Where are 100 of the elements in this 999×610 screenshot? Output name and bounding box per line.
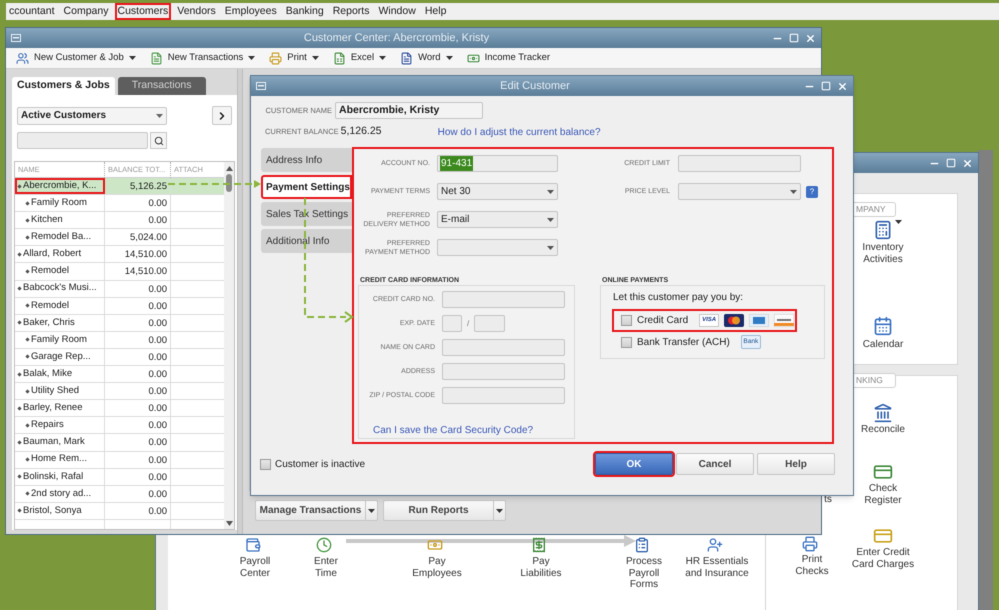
- expand-button[interactable]: [212, 106, 232, 125]
- dropdown-field[interactable]: Net 30: [437, 183, 558, 200]
- table-row[interactable]: Babcock's Musi... 0.00: [15, 280, 224, 298]
- menu-button[interactable]: Run Reports: [384, 501, 493, 520]
- table-row[interactable]: Home Rem... 0.00: [15, 452, 224, 469]
- wallet-icon[interactable]: [245, 537, 261, 553]
- table-row[interactable]: Allard, Robert 14,510.00: [15, 246, 224, 264]
- table-row[interactable]: Family Room 0.00: [15, 332, 224, 349]
- text-field[interactable]: [442, 363, 565, 380]
- dialog-button[interactable]: Cancel: [676, 453, 754, 475]
- node-label[interactable]: ts: [822, 494, 834, 506]
- help-button[interactable]: ?: [806, 186, 818, 198]
- toolbar-button[interactable]: Excel: [332, 50, 386, 66]
- maximize-icon[interactable]: [821, 81, 831, 91]
- form-icon[interactable]: [634, 537, 650, 553]
- toolbar-button[interactable]: New Customer & Job: [16, 50, 136, 66]
- maximize-icon[interactable]: [946, 158, 956, 168]
- node-label[interactable]: HR Essentials and Insurance: [679, 556, 755, 579]
- menu-item[interactable]: Reports: [330, 3, 372, 20]
- menu-item[interactable]: ccountant: [6, 3, 58, 20]
- clock-icon[interactable]: [316, 537, 332, 553]
- menu-item[interactable]: Employees: [222, 3, 280, 20]
- search-field[interactable]: [17, 132, 148, 149]
- table-row[interactable]: Kitchen 0.00: [15, 212, 224, 230]
- node-label[interactable]: Check Register: [859, 483, 907, 506]
- menu-item[interactable]: Help: [422, 3, 450, 20]
- checkbox[interactable]: [260, 458, 271, 470]
- table-row[interactable]: Bristol, Sonya 0.00: [15, 502, 224, 520]
- table-row[interactable]: Utility Shed 0.00: [15, 383, 224, 400]
- table-row[interactable]: Abercrombie, K... 5,126.25: [15, 178, 224, 196]
- tab[interactable]: Additional Info: [261, 229, 352, 253]
- dropdown-field[interactable]: [678, 183, 801, 200]
- window-menu-icon[interactable]: [11, 34, 21, 42]
- balance-help-link[interactable]: How do I adjust the current balance?: [438, 124, 601, 140]
- dropdown-button[interactable]: [493, 501, 505, 520]
- menu-button[interactable]: Manage Transactions: [256, 501, 365, 520]
- text-field[interactable]: [442, 387, 565, 404]
- table-row[interactable]: Balak, Mike 0.00: [15, 366, 224, 384]
- toolbar-button[interactable]: Income Tracker: [466, 50, 550, 66]
- menu-item[interactable]: Customers: [114, 3, 172, 20]
- table-row[interactable]: Bauman, Mark 0.00: [15, 434, 224, 452]
- menu-item[interactable]: Window: [375, 3, 419, 20]
- scroll-thumb[interactable]: [226, 174, 232, 192]
- text-field[interactable]: [442, 291, 565, 308]
- tab[interactable]: Customers & Jobs: [12, 77, 115, 95]
- table-row[interactable]: Barley, Renee 0.00: [15, 400, 224, 418]
- month-field[interactable]: [442, 315, 462, 332]
- dialog-button[interactable]: Help: [757, 453, 835, 475]
- close-icon[interactable]: [962, 158, 973, 168]
- table-row[interactable]: Garage Rep... 0.00: [15, 348, 224, 366]
- tab[interactable]: Transactions: [118, 77, 206, 95]
- node-label[interactable]: Process Payroll Forms: [622, 556, 666, 590]
- calculator-icon[interactable]: [873, 220, 902, 240]
- text-field[interactable]: [678, 155, 801, 172]
- node-label[interactable]: Pay Employees: [410, 556, 464, 579]
- filter-dropdown[interactable]: Active Customers: [17, 106, 167, 124]
- table-row[interactable]: 2nd story ad... 0.00: [15, 486, 224, 503]
- bank-icon[interactable]: [873, 403, 893, 423]
- menu-item[interactable]: Vendors: [174, 3, 219, 20]
- close-icon[interactable]: [805, 32, 816, 44]
- node-label[interactable]: Enter Time: [309, 556, 343, 579]
- table-row[interactable]: Remodel 14,510.00: [15, 263, 224, 281]
- toolbar-button[interactable]: Print: [269, 50, 319, 66]
- dropdown-field[interactable]: E-mail: [437, 211, 558, 228]
- customer-name-field[interactable]: Abercrombie, Kristy: [335, 102, 483, 119]
- receipt-icon[interactable]: [531, 537, 547, 553]
- maximize-icon[interactable]: [789, 33, 799, 43]
- scrollbar[interactable]: [224, 162, 234, 529]
- close-icon[interactable]: [837, 80, 848, 92]
- search-button[interactable]: [150, 132, 167, 149]
- dropdown-button[interactable]: [365, 501, 377, 520]
- calendar-icon[interactable]: [873, 316, 893, 336]
- checkbox[interactable]: [621, 336, 632, 348]
- text-field[interactable]: 91-431: [437, 155, 558, 172]
- scroll-up-icon[interactable]: [226, 166, 232, 171]
- table-row[interactable]: Baker, Chris 0.00: [15, 314, 224, 332]
- node-label[interactable]: Inventory Activities: [852, 242, 914, 265]
- table-row[interactable]: Repairs 0.00: [15, 417, 224, 434]
- text-field[interactable]: [442, 339, 565, 356]
- toolbar-button[interactable]: Word: [400, 50, 453, 66]
- table-row[interactable]: Bolinski, Rafal 0.00: [15, 468, 224, 486]
- card-security-link[interactable]: Can I save the Card Security Code?: [373, 423, 574, 438]
- tab[interactable]: Address Info: [261, 148, 352, 172]
- printer-icon[interactable]: [802, 536, 818, 552]
- person-plus-icon[interactable]: [707, 537, 723, 553]
- node-label[interactable]: Payroll Center: [233, 556, 277, 579]
- node-label[interactable]: Calendar: [858, 339, 908, 350]
- window-menu-icon[interactable]: [256, 82, 266, 90]
- node-label[interactable]: Print Checks: [791, 554, 833, 577]
- node-label[interactable]: Enter Credit Card Charges: [850, 547, 916, 570]
- menu-item[interactable]: Company: [60, 3, 112, 20]
- scroll-down-icon[interactable]: [226, 521, 232, 526]
- dropdown-field[interactable]: [437, 239, 558, 256]
- node-label[interactable]: Pay Liabilities: [515, 556, 567, 579]
- year-field[interactable]: [474, 315, 506, 332]
- node-label[interactable]: Reconcile: [858, 424, 908, 436]
- toolbar-button[interactable]: New Transactions: [150, 50, 256, 66]
- table-row[interactable]: Remodel 0.00: [15, 298, 224, 315]
- tab[interactable]: Payment Settings: [261, 175, 352, 199]
- table-row[interactable]: Remodel Ba... 5,024.00: [15, 229, 224, 246]
